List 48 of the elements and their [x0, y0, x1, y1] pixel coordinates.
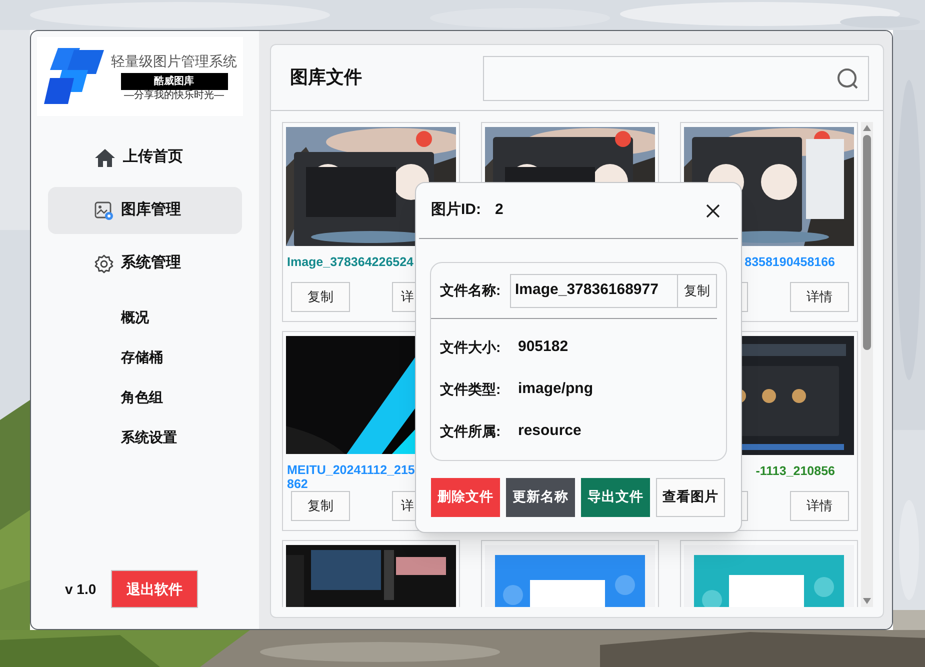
file-name-field[interactable]: Image_37836168977 复制 [510, 274, 717, 308]
file-name: -1113_210856 [756, 464, 835, 478]
action-button[interactable]: 导出文件 [581, 478, 650, 517]
field-value: resource [518, 420, 582, 441]
field-label: 文件名称: [440, 281, 502, 300]
file-name: MEITU_20241112_215 862 [287, 463, 416, 491]
field-value: 905182 [518, 336, 568, 357]
submenu-item[interactable]: 概况 [121, 308, 149, 327]
image-settings-icon [94, 200, 114, 220]
field-label: 文件类型: [440, 380, 502, 398]
action-button[interactable]: 查看图片 [656, 478, 725, 517]
exit-button[interactable]: 退出软件 [111, 570, 198, 608]
field-label: 文件大小: [440, 338, 502, 356]
details-button[interactable]: 详情 [790, 282, 849, 312]
logo-banner: 酷威图库 [120, 72, 228, 90]
field-value: image/png [518, 378, 594, 399]
submenu-item[interactable]: 系统设置 [121, 428, 177, 447]
copy-button[interactable]: 复制 [677, 274, 716, 306]
close-icon [706, 204, 720, 218]
page-title: 图库文件 [290, 66, 362, 89]
copy-button[interactable]: 复制 [291, 491, 350, 521]
nav-item[interactable]: 上传首页 [48, 134, 242, 181]
logo-tagline: —分享我的快乐时光— [124, 90, 224, 102]
version-label: v 1.0 [65, 580, 96, 598]
image-id: 2 [495, 200, 504, 220]
search-icon [837, 68, 858, 88]
dialog-title: 图片ID: [431, 200, 481, 220]
scroll-down-icon[interactable] [862, 597, 872, 605]
action-button[interactable]: 删除文件 [431, 478, 500, 517]
submenu-item[interactable]: 角色组 [121, 388, 163, 407]
scroll-up-icon[interactable] [862, 124, 872, 132]
search-field[interactable] [483, 56, 869, 100]
file-name: 8358190458166 [744, 255, 835, 269]
scrollbar-track[interactable] [861, 122, 873, 607]
nav-item[interactable]: 图库管理 [48, 187, 242, 234]
nav-item[interactable]: 系统管理 [48, 240, 242, 287]
details-button[interactable]: 详情 [790, 491, 849, 521]
copy-button[interactable]: 复制 [291, 282, 350, 312]
submenu-item[interactable]: 存储桶 [121, 348, 163, 367]
logo-title: 轻量级图片管理系统 [111, 52, 237, 70]
action-button[interactable]: 更新名称 [506, 478, 575, 517]
logo-icon [44, 48, 106, 106]
field-label: 文件所属: [440, 422, 502, 440]
gear-icon [94, 254, 114, 274]
close-button[interactable] [706, 204, 720, 218]
file-name: Image_378364226524 [287, 255, 415, 269]
home-icon [94, 148, 116, 168]
scrollbar-thumb[interactable] [863, 135, 871, 350]
